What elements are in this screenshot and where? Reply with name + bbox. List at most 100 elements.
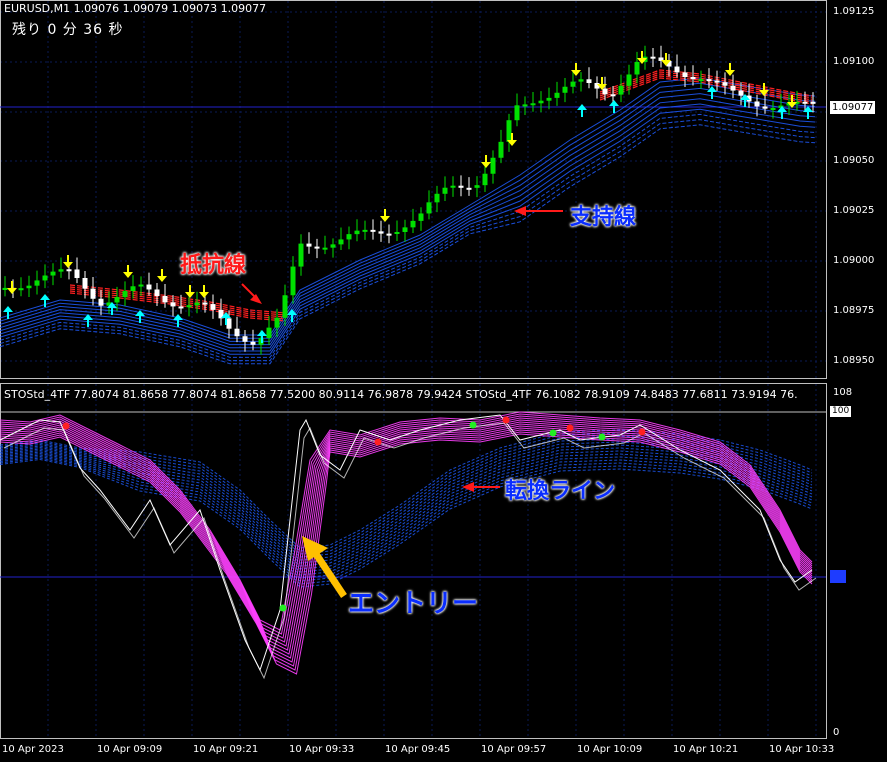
candle-body — [274, 317, 280, 328]
candle-body — [146, 284, 152, 290]
support-line — [0, 93, 816, 346]
price-label: 1.08975 — [833, 305, 875, 316]
candle-body — [394, 231, 400, 234]
candle-body — [210, 304, 216, 310]
price-label: 1.09125 — [833, 6, 875, 17]
buy-dot — [598, 433, 606, 441]
candle-body — [458, 185, 464, 188]
grid-lines — [0, 1, 826, 738]
candle-body — [186, 305, 192, 308]
support-line — [0, 98, 816, 349]
candle-body — [378, 231, 384, 234]
candle-body — [546, 97, 552, 101]
candles — [2, 45, 816, 355]
candle-body — [282, 295, 288, 318]
candle-body — [90, 288, 96, 299]
price-label: 1.09100 — [833, 56, 875, 67]
candle-body — [522, 104, 528, 107]
sell-dot — [638, 428, 646, 436]
sell-dot — [566, 424, 574, 432]
candle-body — [290, 266, 296, 296]
candle-body — [722, 82, 728, 86]
up-arrow — [609, 100, 619, 106]
candle-body — [714, 80, 720, 83]
candle-body — [770, 108, 776, 111]
candle-body — [570, 81, 576, 87]
down-arrow — [7, 288, 17, 294]
time-label: 10 Apr 09:45 — [385, 744, 451, 755]
candle-body — [330, 244, 336, 248]
symbol-header: EURUSD,M1 1.09076 1.09079 1.09073 1.0907… — [4, 2, 267, 15]
support-line — [0, 87, 816, 342]
down-arrow — [63, 262, 73, 268]
stoch-pink-line — [0, 427, 813, 663]
price-label: 1.09025 — [833, 205, 875, 216]
candle-body — [810, 101, 816, 104]
support-pointer — [514, 206, 563, 216]
candle-body — [762, 106, 768, 109]
time-label: 10 Apr 10:09 — [577, 744, 643, 755]
stoch-blue-line — [0, 451, 813, 573]
candle-body — [2, 287, 8, 290]
price-label: 1.09000 — [833, 255, 875, 266]
candle-body — [530, 103, 536, 106]
candle-body — [42, 275, 48, 281]
stoch-blue-line — [0, 454, 813, 579]
candle-body — [674, 66, 680, 73]
down-arrow — [481, 162, 491, 168]
time-label: 10 Apr 09:33 — [289, 744, 355, 755]
indicator-level-marker — [830, 570, 846, 583]
candle-body — [426, 202, 432, 214]
candle-body — [58, 269, 64, 272]
resistance-band — [69, 69, 813, 322]
stoch-pink-band — [0, 411, 817, 680]
annotation-support: 支持線 — [570, 205, 637, 230]
up-arrow — [3, 306, 13, 312]
candle-body — [202, 302, 208, 305]
annotation-entry: エントリー — [348, 589, 479, 619]
candle-body — [130, 286, 136, 292]
candle-body — [194, 302, 200, 306]
candle-body — [98, 298, 104, 306]
candle-body — [122, 291, 128, 298]
candle-body — [322, 247, 328, 250]
candle-body — [514, 105, 520, 121]
candle-body — [602, 88, 608, 95]
candle-body — [650, 56, 656, 59]
indicator-level-100: 100 — [830, 406, 852, 417]
candle-body — [634, 61, 640, 75]
buy-dot — [549, 429, 557, 437]
indicator-axis-top: 108 — [833, 387, 853, 398]
candle-body — [74, 269, 80, 278]
annotation-turn-line: 転換ライン — [505, 479, 616, 504]
bar-timer: 残り 0 分 36 秒 — [12, 22, 124, 38]
candle-body — [754, 101, 760, 107]
candle-body — [410, 220, 416, 228]
candle-body — [370, 229, 376, 232]
candle-body — [386, 233, 392, 236]
chart-canvas[interactable] — [0, 0, 887, 762]
candle-body — [66, 269, 72, 272]
candle-body — [114, 297, 120, 303]
buy-dot — [279, 604, 287, 612]
candle-body — [138, 284, 144, 287]
price-label: 1.09050 — [833, 155, 875, 166]
sell-dot — [62, 422, 70, 430]
candle-body — [450, 185, 456, 188]
time-label: 10 Apr 09:57 — [481, 744, 547, 755]
candle-body — [82, 277, 88, 289]
support-line — [0, 82, 816, 339]
candle-body — [802, 101, 808, 104]
down-arrow — [157, 276, 167, 282]
candle-body — [706, 79, 712, 82]
buy-dot — [469, 421, 477, 429]
candle-body — [610, 94, 616, 97]
candle-body — [34, 280, 40, 286]
down-arrow — [199, 292, 209, 298]
candle-body — [466, 187, 472, 190]
candle-body — [682, 72, 688, 78]
sell-dot — [374, 438, 382, 446]
time-label: 10 Apr 09:21 — [193, 744, 259, 755]
support-line — [0, 124, 816, 365]
candle-body — [250, 341, 256, 345]
